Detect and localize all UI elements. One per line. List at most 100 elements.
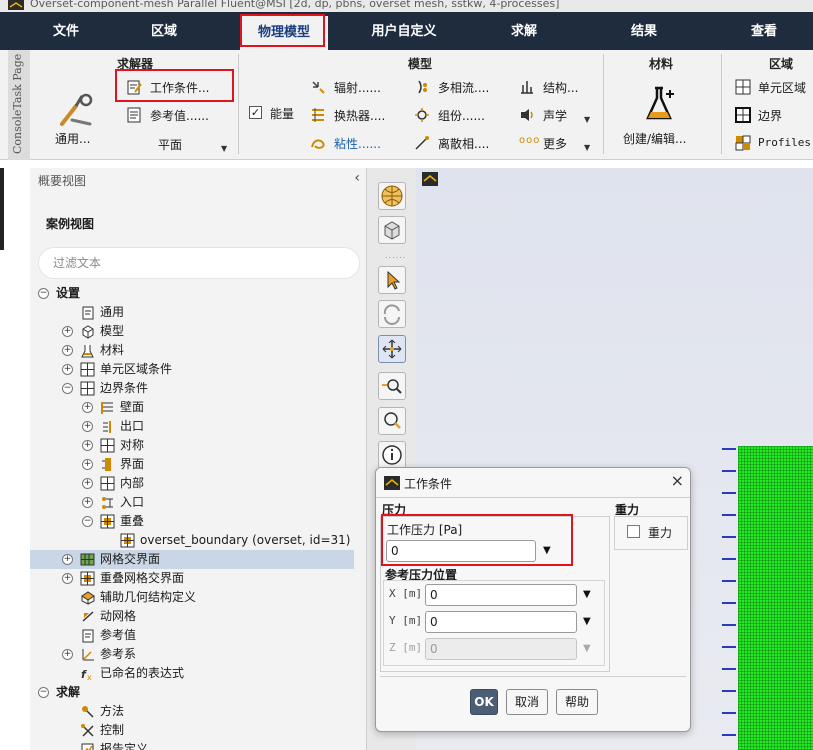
zones-group-title: 区域: [769, 57, 794, 71]
tree-node[interactable]: − 边界条件: [30, 379, 360, 398]
expand-icon[interactable]: +: [82, 440, 93, 451]
energy-checkbox[interactable]: ✓: [249, 106, 262, 119]
collapse-icon[interactable]: −: [38, 288, 49, 299]
tree-node[interactable]: + 网格交界面: [30, 550, 354, 569]
y-field[interactable]: 0: [425, 611, 577, 633]
tree-overset-icon: [80, 571, 95, 586]
tree-node[interactable]: + 对称: [30, 436, 360, 455]
tree-node[interactable]: + 单元区域条件: [30, 360, 360, 379]
tree-node[interactable]: 动网格: [30, 607, 360, 626]
operating-pressure-field[interactable]: 0: [386, 540, 536, 562]
tree-node[interactable]: 参考值: [30, 626, 360, 645]
reference-values-button[interactable]: 参考值......: [150, 107, 209, 124]
tree-node[interactable]: 控制: [30, 721, 360, 740]
pan-tool-button[interactable]: [378, 335, 406, 363]
help-button[interactable]: 帮助: [556, 689, 598, 715]
materials-group-title: 材料: [649, 57, 674, 71]
cell-zones-button[interactable]: 单元区域: [758, 79, 806, 96]
tab-results[interactable]: 结果: [608, 12, 680, 50]
tree-node[interactable]: − 重叠: [30, 512, 360, 531]
general-button[interactable]: 通用...: [55, 130, 90, 147]
tree-node[interactable]: + 入口: [30, 493, 360, 512]
tree-node[interactable]: + 出口: [30, 417, 360, 436]
tree-node[interactable]: overset_boundary (overset, id=31): [30, 531, 360, 550]
plane-dropdown[interactable]: 平面: [158, 136, 182, 153]
collapse-icon[interactable]: −: [82, 516, 93, 527]
tree-node[interactable]: + 界面: [30, 455, 360, 474]
view-3d-button[interactable]: [378, 216, 406, 244]
console-task-page-strip[interactable]: ConsoleTask Page: [8, 50, 30, 160]
tree-node[interactable]: + 内部: [30, 474, 360, 493]
heat-exchanger-button[interactable]: 换热器....: [334, 107, 385, 124]
tree-node[interactable]: 通用: [30, 303, 360, 322]
ok-button[interactable]: OK: [470, 689, 498, 715]
tree-node-label: 单元区域条件: [100, 362, 173, 376]
operating-conditions-button[interactable]: 工作条件...: [150, 79, 209, 96]
expand-icon[interactable]: +: [82, 478, 93, 489]
tab-user-defined[interactable]: 用户自定义: [356, 12, 452, 50]
acoustics-icon: [521, 109, 533, 121]
tab-physics[interactable]: 物理模型: [240, 16, 328, 50]
x-caret-icon[interactable]: ▼: [583, 589, 591, 600]
tree-node[interactable]: 辅助几何结构定义: [30, 588, 360, 607]
tree-node[interactable]: − 设置: [30, 284, 360, 303]
x-field[interactable]: 0: [425, 584, 577, 606]
expand-icon[interactable]: +: [62, 573, 73, 584]
expand-icon[interactable]: +: [62, 554, 73, 565]
expand-icon[interactable]: +: [62, 345, 73, 356]
tab-domain[interactable]: 区域: [124, 12, 204, 50]
multiphase-button[interactable]: 多相流....: [438, 79, 489, 96]
expand-icon[interactable]: +: [62, 326, 73, 337]
cancel-button[interactable]: 取消: [506, 689, 548, 715]
create-edit-materials-button[interactable]: 创建/编辑...: [623, 130, 687, 147]
pan-arrows-icon: [382, 339, 402, 359]
info-button[interactable]: [378, 441, 406, 469]
tree-node[interactable]: f x 已命名的表达式: [30, 664, 360, 683]
close-icon[interactable]: ×: [671, 471, 684, 490]
tree-node[interactable]: + 重叠网格交界面: [30, 569, 360, 588]
collapse-panel-icon[interactable]: ‹: [354, 170, 360, 186]
boundaries-button[interactable]: 边界: [758, 107, 782, 124]
expand-icon[interactable]: +: [62, 649, 73, 660]
tree-node[interactable]: 报告定义: [30, 740, 360, 750]
operating-pressure-caret-icon[interactable]: ▼: [543, 545, 551, 556]
tab-file[interactable]: 文件: [28, 12, 104, 50]
acoustics-caret-icon[interactable]: ▼: [584, 115, 590, 124]
species-button[interactable]: 组份......: [438, 107, 485, 124]
zoom-tool-button[interactable]: [378, 372, 406, 400]
tab-view[interactable]: 查看: [730, 12, 798, 50]
tree-node[interactable]: + 参考系: [30, 645, 360, 664]
view-iso-button[interactable]: [378, 182, 406, 210]
radiation-button[interactable]: 辐射......: [334, 79, 381, 96]
structure-button[interactable]: 结构...: [543, 79, 578, 96]
rotate-tool-button[interactable]: [378, 300, 406, 328]
expand-icon[interactable]: +: [82, 402, 93, 413]
tree-node[interactable]: + 壁面: [30, 398, 360, 417]
tree-node[interactable]: + 材料: [30, 341, 360, 360]
plane-dropdown-caret-icon[interactable]: ▼: [221, 144, 227, 153]
gravity-checkbox[interactable]: [627, 525, 640, 538]
profiles-button[interactable]: Profiles...: [758, 136, 813, 149]
select-tool-button[interactable]: [378, 266, 406, 294]
discrete-phase-button[interactable]: 离散相....: [438, 135, 489, 152]
fit-view-button[interactable]: [378, 407, 406, 435]
tab-solution[interactable]: 求解: [488, 12, 560, 50]
filter-text-input[interactable]: 过滤文本: [38, 247, 360, 279]
viscous-button[interactable]: 粘性......: [334, 135, 381, 152]
y-caret-icon[interactable]: ▼: [583, 616, 591, 627]
expand-icon[interactable]: +: [62, 364, 73, 375]
tree-node[interactable]: + 模型: [30, 322, 360, 341]
expand-icon[interactable]: +: [82, 459, 93, 470]
zoom-in-icon: [382, 379, 402, 394]
structure-icon: [521, 81, 533, 94]
more-caret-icon[interactable]: ▼: [584, 143, 590, 152]
window-title: Overset-component-mesh Parallel Fluent@M…: [30, 0, 560, 10]
collapse-icon[interactable]: −: [38, 687, 49, 698]
tree-node[interactable]: 方法: [30, 702, 360, 721]
expand-icon[interactable]: +: [82, 497, 93, 508]
expand-icon[interactable]: +: [82, 421, 93, 432]
tree-node[interactable]: − 求解: [30, 683, 360, 702]
acoustics-button[interactable]: 声学: [543, 107, 567, 124]
collapse-icon[interactable]: −: [62, 383, 73, 394]
more-button[interactable]: 更多: [543, 135, 567, 152]
